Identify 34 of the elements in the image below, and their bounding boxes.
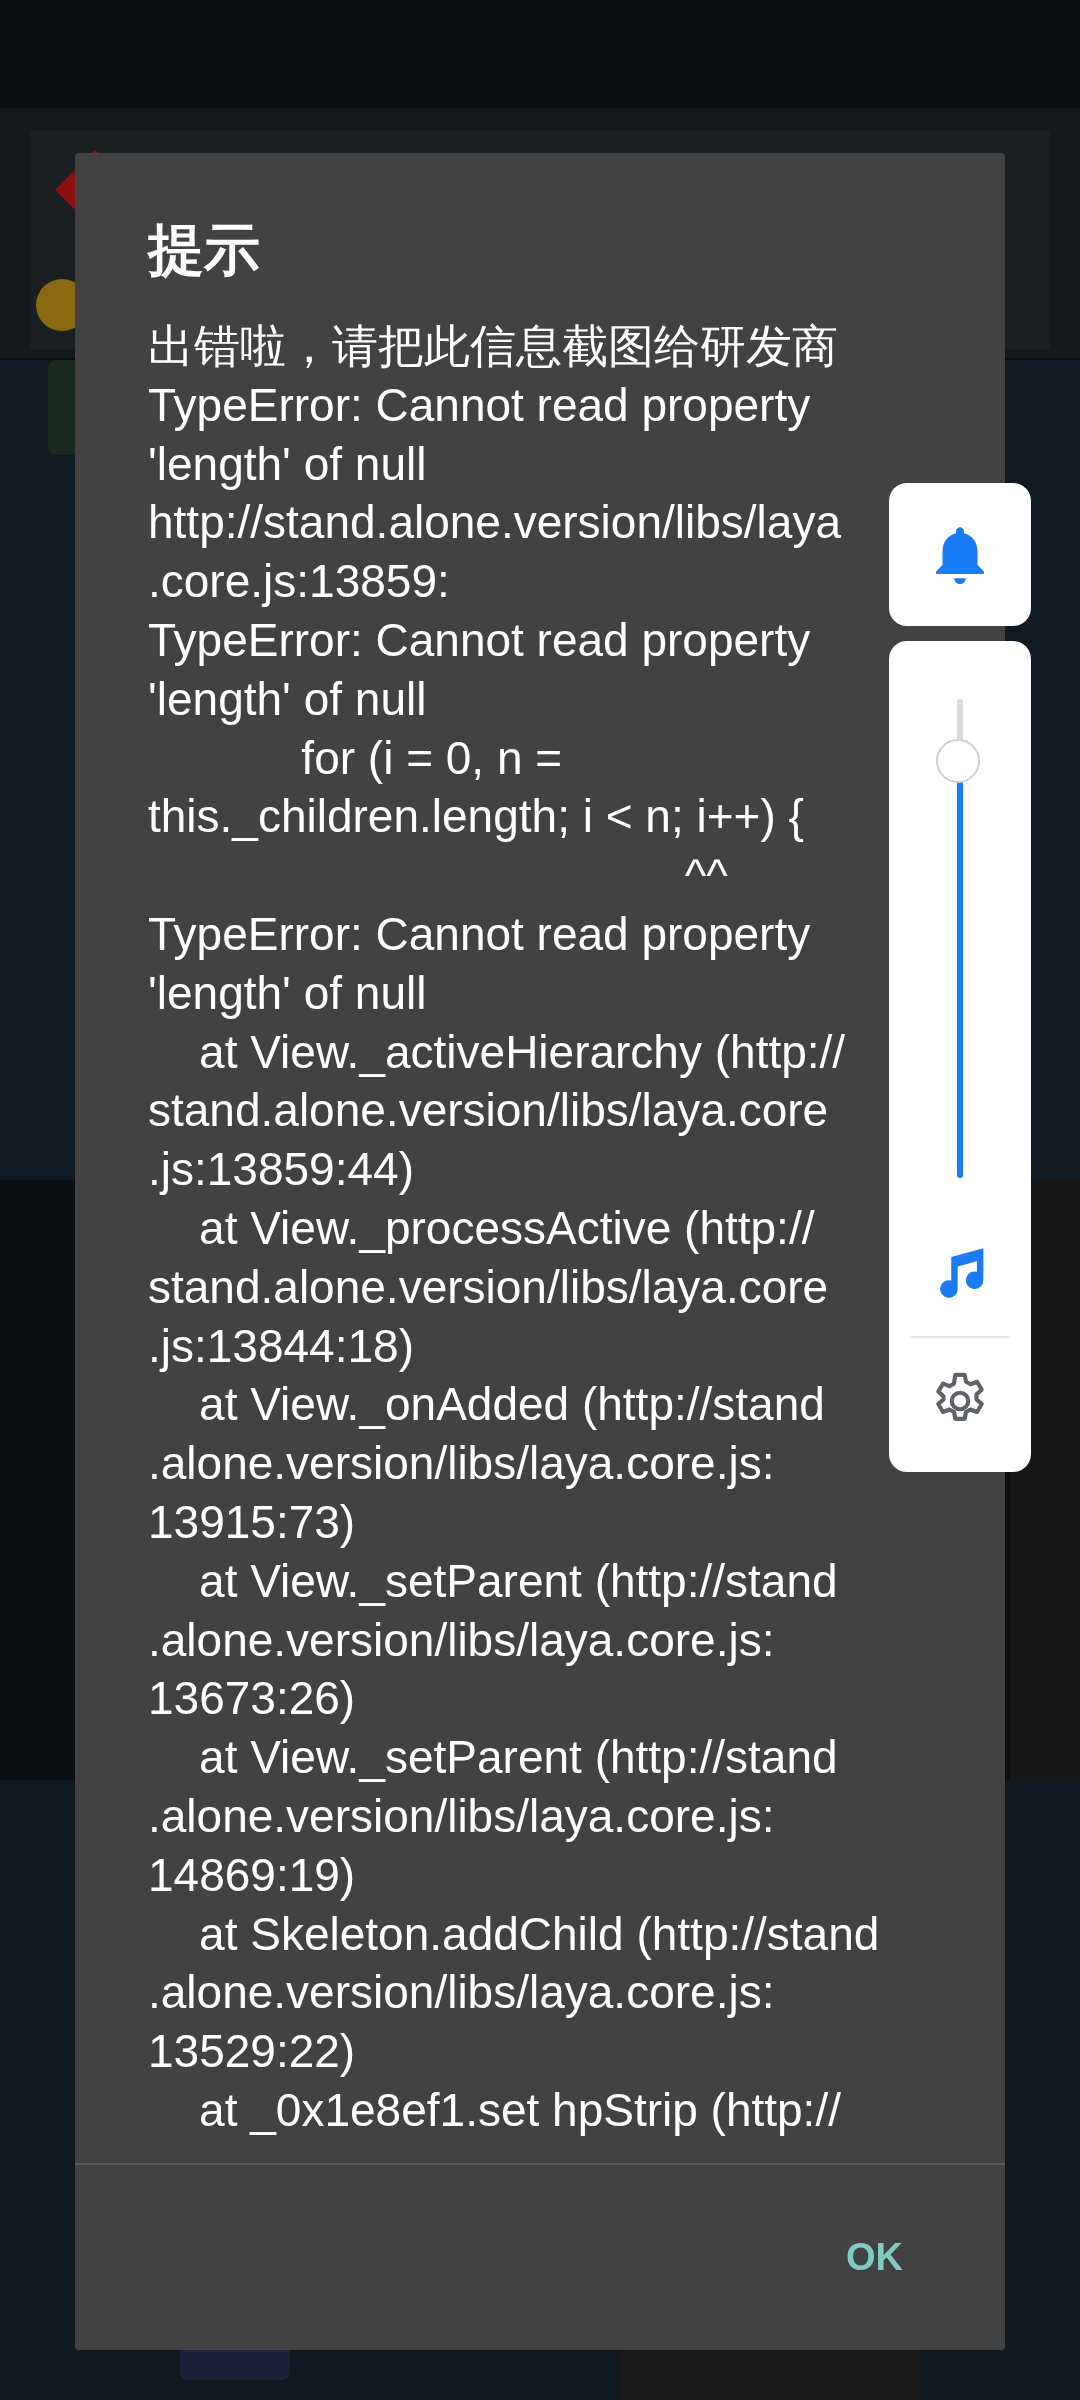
message-line: .js:13859:44)	[148, 1142, 414, 1198]
message-line: for (i = 0, n =	[300, 730, 563, 786]
message-line: 'length' of null	[148, 436, 427, 492]
message-line: stand.alone.version/libs/laya.core	[148, 1259, 829, 1315]
message-line: at _0x1e8ef1.set hpStrip (http://	[198, 2082, 841, 2138]
message-line: .core.js:13859:	[148, 554, 450, 610]
message-line: 13529:22)	[148, 2024, 356, 2080]
message-line: .alone.version/libs/laya.core.js:	[148, 1436, 775, 1492]
notification-card[interactable]	[889, 483, 1031, 626]
message-line: http://stand.alone.version/libs/laya	[148, 495, 841, 551]
message-line: 14869:19)	[148, 1847, 356, 1903]
message-line: 'length' of null	[148, 965, 427, 1021]
message-line: at Skeleton.addChild (http://stand	[198, 1906, 880, 1962]
message-line: TypeError: Cannot read property	[148, 377, 811, 433]
message-line: TypeError: Cannot read property	[148, 906, 811, 962]
message-line: stand.alone.version/libs/laya.core	[148, 1083, 829, 1139]
message-line: 出错啦，请把此信息截图给研发商	[148, 319, 838, 374]
message-line: 'length' of null	[148, 671, 427, 727]
message-line: .alone.version/libs/laya.core.js:	[148, 1965, 775, 2021]
message-line: ^^	[683, 848, 728, 904]
message-line: at View._setParent (http://stand	[198, 1553, 838, 1609]
message-line: at View._onAdded (http://stand	[198, 1377, 825, 1433]
message-line: this._children.length; i < n; i++) {	[148, 789, 804, 845]
message-line: at View._setParent (http://stand	[198, 1730, 838, 1786]
dialog-title: 提示	[148, 220, 260, 280]
message-line: at View._activeHierarchy (http://	[198, 1024, 846, 1080]
message-line: .alone.version/libs/laya.core.js:	[148, 1788, 775, 1844]
message-line: 13673:26)	[148, 1671, 356, 1727]
ok-button[interactable]: OK	[834, 2220, 915, 2295]
message-line: .js:13844:18)	[148, 1318, 414, 1374]
message-line: 13915:73)	[148, 1494, 356, 1550]
message-line: .alone.version/libs/laya.core.js:	[148, 1612, 775, 1668]
message-line: TypeError: Cannot read property	[148, 613, 811, 668]
message-line: at View._processActive (http://	[198, 1200, 815, 1256]
